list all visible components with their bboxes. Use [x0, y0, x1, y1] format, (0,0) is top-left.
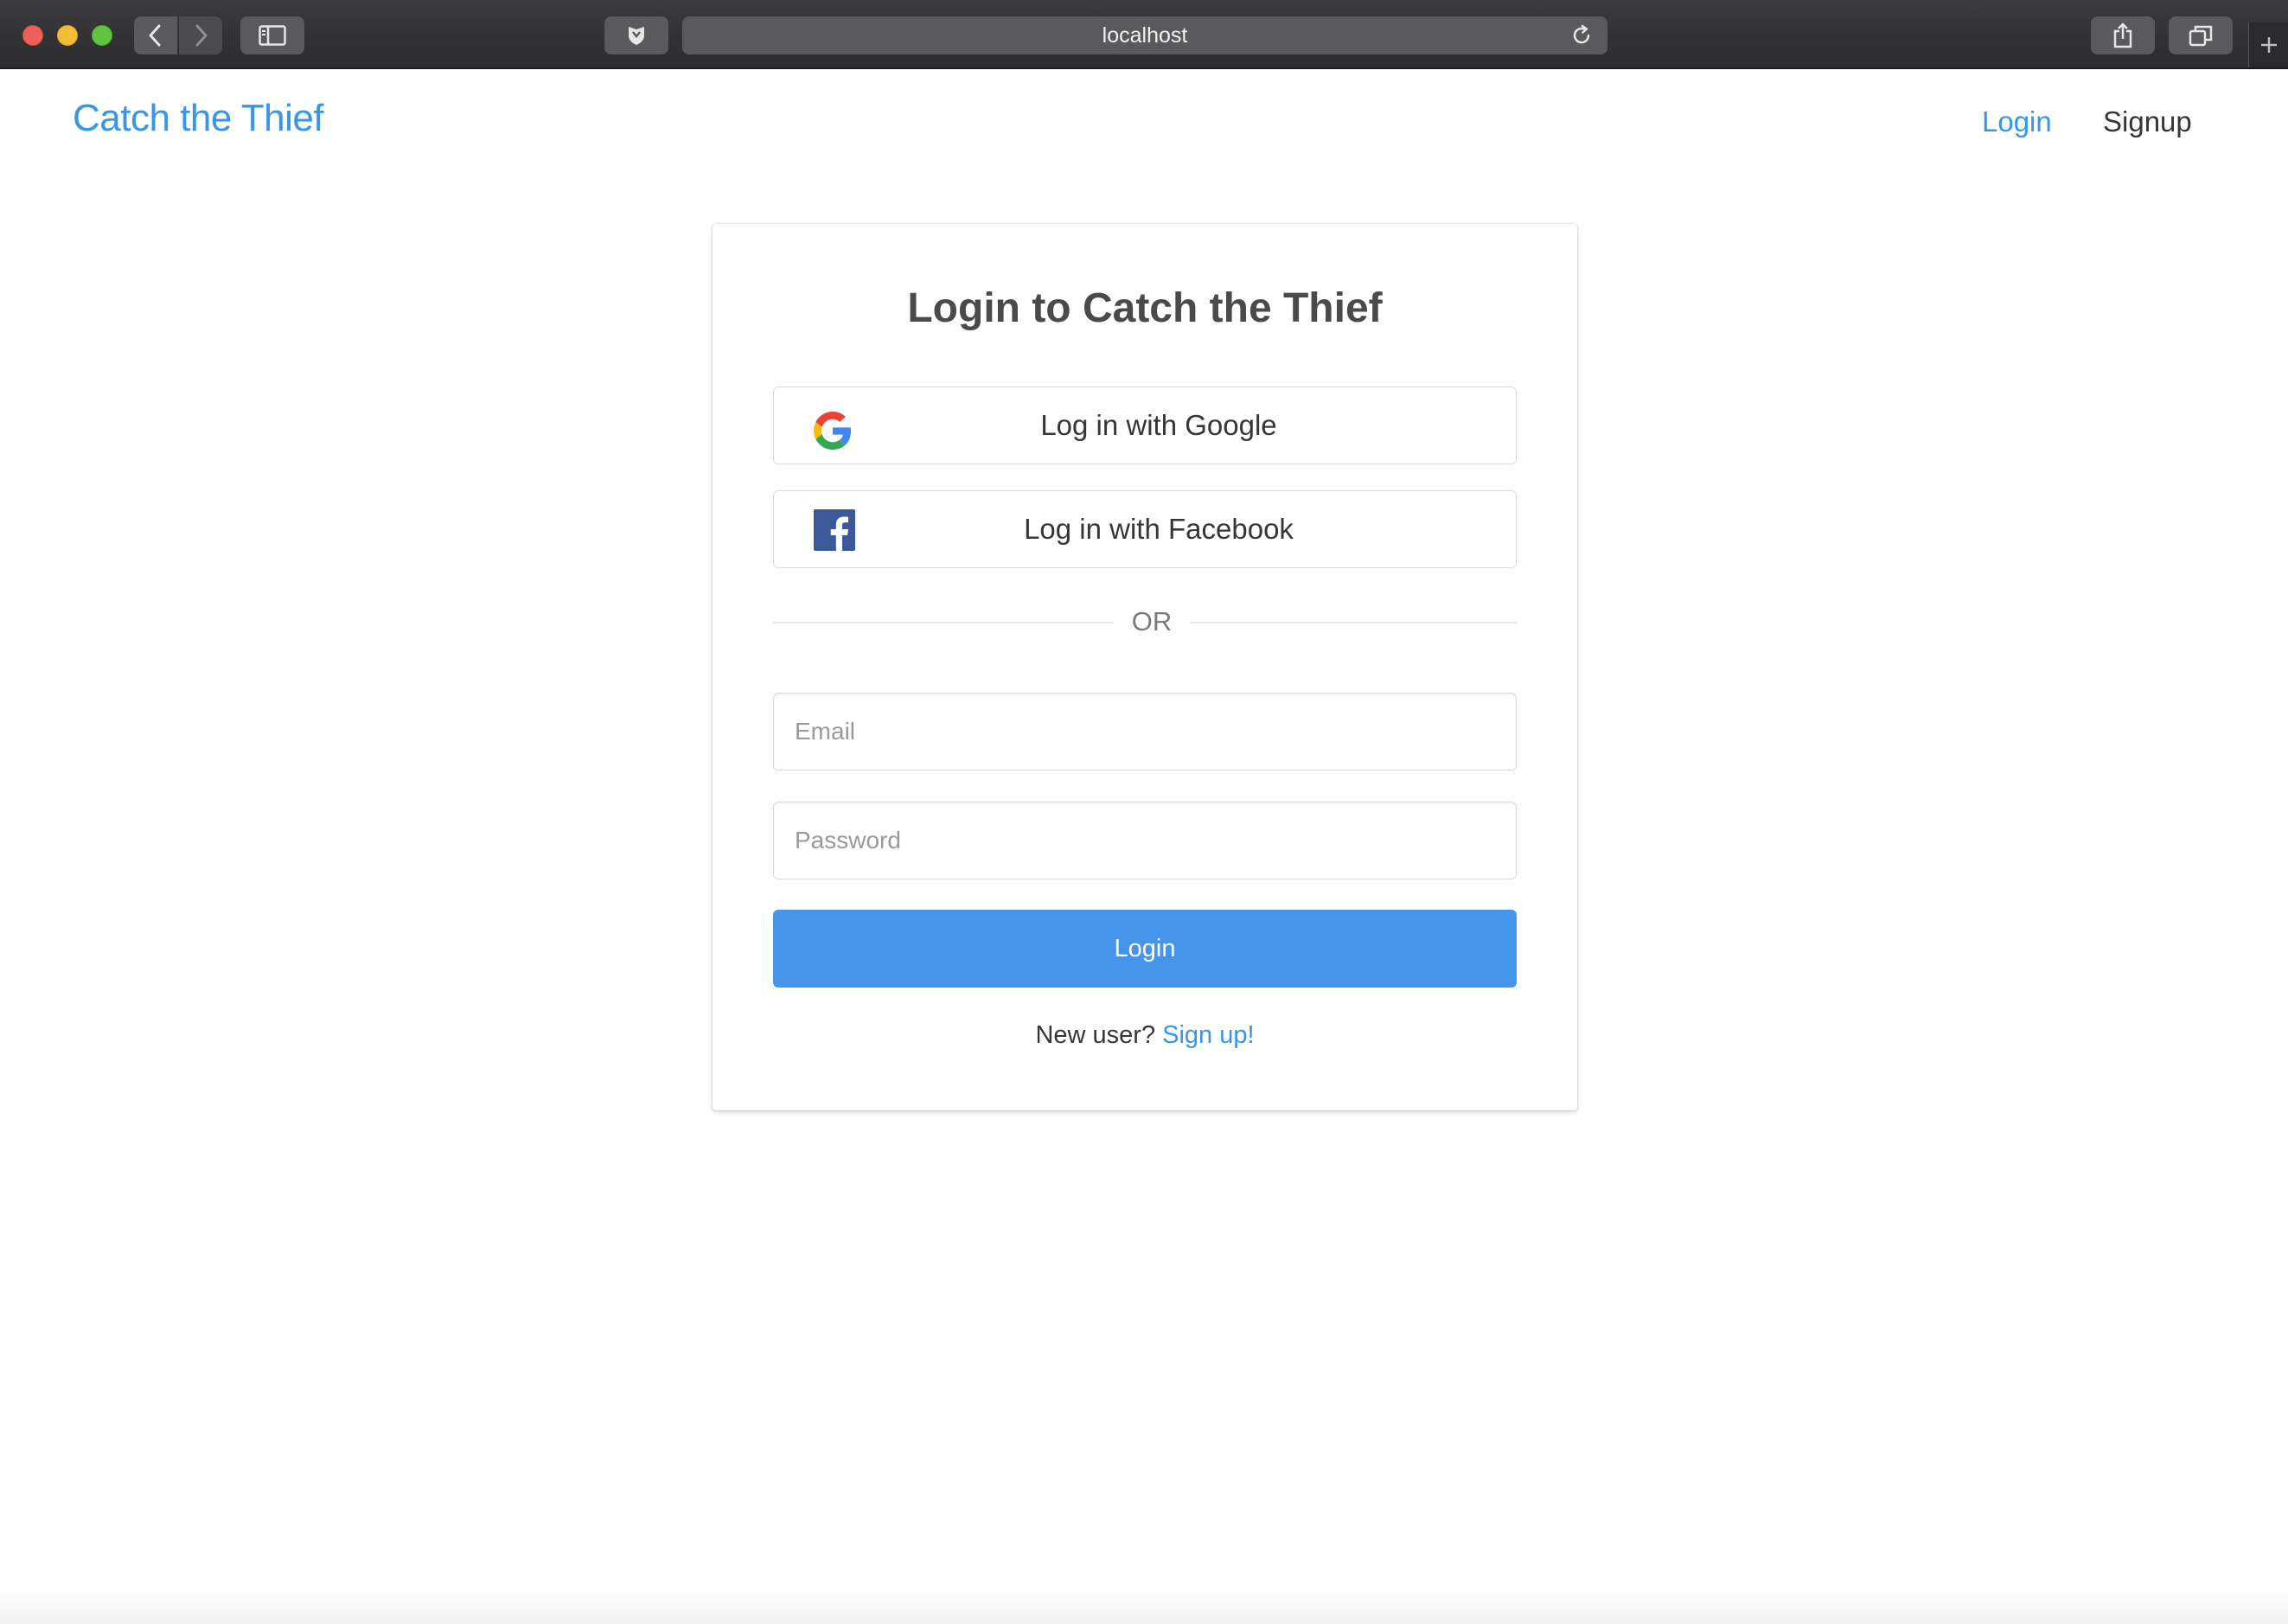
login-card: Login to Catch the Thief Log in with Goo…: [713, 224, 1577, 1110]
divider-line-right: [1190, 622, 1517, 623]
plus-icon: [2260, 37, 2277, 53]
password-field[interactable]: [773, 802, 1517, 879]
nav-login-link[interactable]: Login: [1982, 105, 2052, 138]
url-text: localhost: [1102, 22, 1188, 48]
shield-icon: [629, 27, 644, 45]
new-user-prompt: New user? Sign up!: [713, 1021, 1577, 1050]
sidebar-icon: [259, 25, 286, 46]
or-divider: OR: [773, 606, 1517, 637]
close-window-button[interactable]: [22, 25, 43, 46]
nav-signup-link[interactable]: Signup: [2103, 105, 2192, 138]
privacy-shield-button[interactable]: [604, 16, 668, 54]
forward-button[interactable]: [179, 16, 222, 54]
new-user-text: New user?: [1035, 1021, 1163, 1049]
login-title: Login to Catch the Thief: [907, 285, 1383, 331]
signup-link[interactable]: Sign up!: [1162, 1021, 1254, 1049]
address-bar[interactable]: localhost: [682, 16, 1607, 54]
reload-icon: [1573, 24, 1590, 44]
browser-toolbar: localhost: [0, 0, 2288, 69]
page-bottom-shadow: [0, 1589, 2288, 1624]
sidebar-toggle-button[interactable]: [240, 16, 304, 54]
back-button[interactable]: [134, 16, 177, 54]
share-icon: [2113, 22, 2132, 48]
share-button[interactable]: [2091, 16, 2155, 54]
chevron-right-icon: [195, 24, 208, 47]
divider-text: OR: [1131, 606, 1173, 636]
login-submit-button[interactable]: Login: [773, 910, 1517, 988]
google-login-label: Log in with Google: [1040, 409, 1277, 441]
divider-line-left: [773, 622, 1114, 623]
minimize-window-button[interactable]: [57, 25, 78, 46]
fullscreen-window-button[interactable]: [92, 25, 112, 46]
facebook-login-button[interactable]: Log in with Facebook: [773, 490, 1517, 568]
brand-link[interactable]: Catch the Thief: [73, 97, 324, 140]
facebook-login-label: Log in with Facebook: [1024, 513, 1294, 545]
tabs-icon: [2189, 25, 2213, 47]
chevron-left-icon: [149, 24, 161, 47]
show-tabs-button[interactable]: [2169, 16, 2233, 54]
new-tab-button[interactable]: [2248, 22, 2288, 67]
email-field[interactable]: [773, 693, 1517, 770]
google-login-button[interactable]: Log in with Google: [773, 387, 1517, 464]
reload-button[interactable]: [1569, 23, 1594, 52]
